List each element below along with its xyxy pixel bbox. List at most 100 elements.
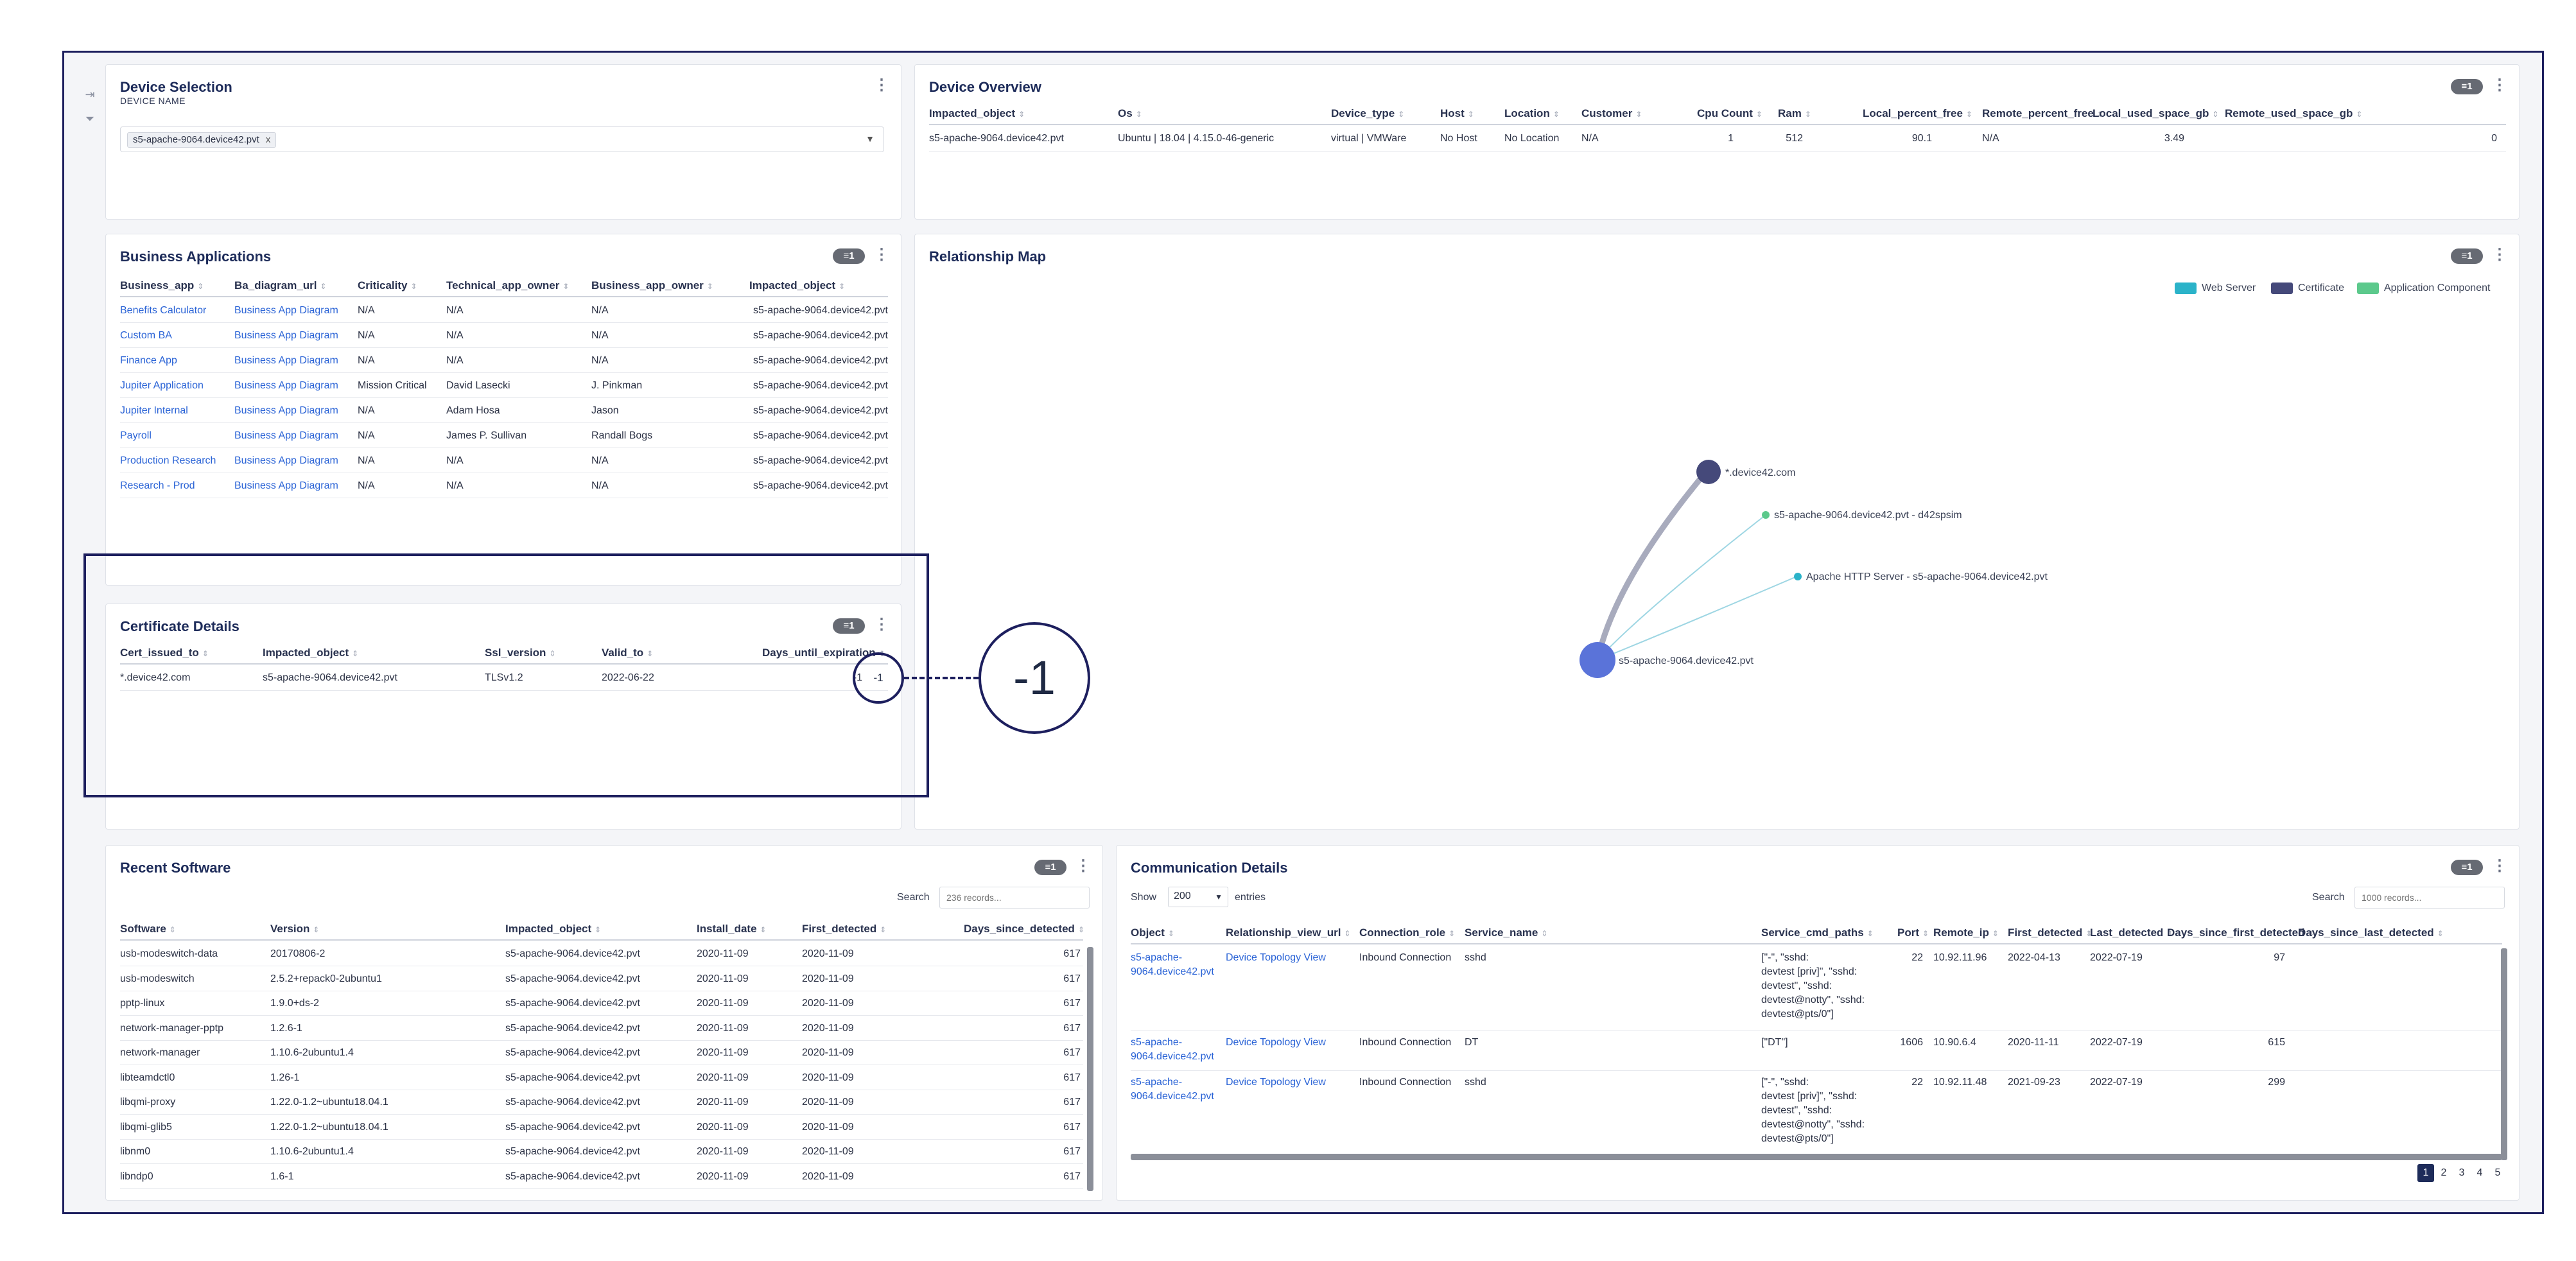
sort-icon[interactable]: ⇕ bbox=[1966, 110, 1972, 119]
column-header[interactable]: First_detected ⇕ bbox=[2008, 926, 2092, 939]
column-header[interactable]: Customer ⇕ bbox=[1581, 107, 1642, 120]
sort-icon[interactable]: ⇕ bbox=[1541, 929, 1547, 938]
filter-badge[interactable]: ≡1 bbox=[1034, 860, 1066, 875]
sort-icon[interactable]: ⇕ bbox=[880, 925, 886, 934]
sort-icon[interactable]: ⇕ bbox=[320, 282, 327, 291]
table-link[interactable]: Business App Diagram bbox=[234, 330, 338, 342]
column-header[interactable]: Local_used_space_gb ⇕ bbox=[2093, 107, 2218, 120]
sort-icon[interactable]: ⇕ bbox=[839, 282, 845, 291]
column-header[interactable]: Days_since_last_detected ⇕ bbox=[2298, 926, 2444, 939]
column-header[interactable]: Relationship_view_url ⇕ bbox=[1226, 926, 1351, 939]
column-header[interactable]: Service_name ⇕ bbox=[1465, 926, 1547, 939]
kebab-menu-icon[interactable]: ⋮ bbox=[2492, 858, 2507, 874]
page-5[interactable]: 5 bbox=[2489, 1164, 2506, 1182]
sort-icon[interactable]: ⇕ bbox=[1992, 929, 1999, 938]
table-link[interactable]: Benefits Calculator bbox=[120, 305, 206, 317]
sort-icon[interactable]: ⇕ bbox=[1398, 110, 1404, 119]
column-header[interactable]: Port ⇕ bbox=[1897, 926, 1929, 939]
column-header[interactable]: First_detected ⇕ bbox=[802, 923, 886, 935]
sort-icon[interactable]: ⇕ bbox=[1805, 110, 1811, 119]
sort-icon[interactable]: ⇕ bbox=[1018, 110, 1025, 119]
column-header[interactable]: Os ⇕ bbox=[1118, 107, 1142, 120]
object-link[interactable]: 9064.device42.pvt bbox=[1131, 966, 1214, 978]
column-header[interactable]: Software ⇕ bbox=[120, 923, 176, 935]
sort-icon[interactable]: ⇕ bbox=[1345, 929, 1351, 938]
table-link[interactable]: Business App Diagram bbox=[234, 480, 338, 492]
sort-icon[interactable]: ⇕ bbox=[197, 282, 204, 291]
sort-icon[interactable]: ⇕ bbox=[170, 925, 176, 934]
object-link[interactable]: s5-apache- bbox=[1131, 1037, 1182, 1048]
table-link[interactable]: Jupiter Internal bbox=[120, 405, 188, 417]
filter-badge[interactable]: ≡1 bbox=[833, 248, 865, 264]
filter-badge[interactable]: ≡1 bbox=[2451, 79, 2483, 94]
search-input[interactable] bbox=[2354, 887, 2505, 909]
device-topology-link[interactable]: Device Topology View bbox=[1226, 952, 1326, 964]
page-3[interactable]: 3 bbox=[2453, 1164, 2470, 1182]
device-name-select[interactable]: s5-apache-9064.device42.pvt x ▼ bbox=[120, 126, 884, 152]
node-web-server[interactable] bbox=[1794, 573, 1802, 580]
object-link[interactable]: 9064.device42.pvt bbox=[1131, 1091, 1214, 1102]
table-link[interactable]: Payroll bbox=[120, 430, 152, 442]
column-header[interactable]: Version ⇕ bbox=[270, 923, 319, 935]
chevron-down-icon[interactable]: ▼ bbox=[866, 134, 875, 144]
column-header[interactable]: Local_percent_free ⇕ bbox=[1863, 107, 1972, 120]
column-header[interactable]: Ram ⇕ bbox=[1778, 107, 1811, 120]
sort-icon[interactable]: ⇕ bbox=[1168, 929, 1174, 938]
column-header[interactable]: Cpu Count ⇕ bbox=[1697, 107, 1762, 120]
collapse-icon[interactable]: ⇥ bbox=[83, 82, 96, 107]
device-topology-link[interactable]: Device Topology View bbox=[1226, 1037, 1326, 1048]
filter-icon[interactable]: ⏷ bbox=[83, 107, 96, 131]
sort-icon[interactable]: ⇕ bbox=[1635, 110, 1642, 119]
kebab-menu-icon[interactable]: ⋮ bbox=[2492, 78, 2507, 93]
filter-badge[interactable]: ≡1 bbox=[2451, 860, 2483, 875]
column-header[interactable]: Object ⇕ bbox=[1131, 926, 1174, 939]
sort-icon[interactable]: ⇕ bbox=[562, 282, 569, 291]
sort-icon[interactable]: ⇕ bbox=[2356, 110, 2362, 119]
column-header[interactable]: Criticality ⇕ bbox=[358, 279, 417, 292]
node-app-component[interactable] bbox=[1762, 511, 1770, 519]
table-link[interactable]: Business App Diagram bbox=[234, 455, 338, 467]
object-link[interactable]: 9064.device42.pvt bbox=[1131, 1051, 1214, 1063]
vertical-scrollbar[interactable] bbox=[1087, 947, 1093, 1191]
sort-icon[interactable]: ⇕ bbox=[1078, 925, 1084, 934]
table-link[interactable]: Production Research bbox=[120, 455, 216, 467]
table-link[interactable]: Business App Diagram bbox=[234, 405, 338, 417]
column-header[interactable]: Days_since_first_detected ⇕ bbox=[2167, 926, 2315, 939]
table-link[interactable]: Business App Diagram bbox=[234, 305, 338, 317]
object-link[interactable]: s5-apache- bbox=[1131, 1077, 1182, 1088]
vertical-scrollbar[interactable] bbox=[2501, 948, 2507, 1160]
sort-icon[interactable]: ⇕ bbox=[595, 925, 601, 934]
sort-icon[interactable]: ⇕ bbox=[1922, 929, 1929, 938]
relationship-graph[interactable]: *.device42.com s5-apache-9064.device42.p… bbox=[915, 234, 2519, 829]
column-header[interactable]: Business_app ⇕ bbox=[120, 279, 204, 292]
column-header[interactable]: Device_type ⇕ bbox=[1331, 107, 1404, 120]
page-1[interactable]: 1 bbox=[2417, 1164, 2434, 1182]
entries-select[interactable]: 200 ▼ bbox=[1168, 887, 1228, 907]
column-header[interactable]: Technical_app_owner ⇕ bbox=[446, 279, 569, 292]
object-link[interactable]: s5-apache- bbox=[1131, 952, 1182, 964]
table-link[interactable]: Business App Diagram bbox=[234, 430, 338, 442]
sort-icon[interactable]: ⇕ bbox=[2437, 929, 2444, 938]
search-input[interactable] bbox=[939, 887, 1090, 909]
column-header[interactable]: Host ⇕ bbox=[1440, 107, 1474, 120]
column-header[interactable]: Ba_diagram_url ⇕ bbox=[234, 279, 327, 292]
column-header[interactable]: Business_app_owner ⇕ bbox=[591, 279, 713, 292]
kebab-menu-icon[interactable]: ⋮ bbox=[874, 247, 889, 263]
column-header[interactable]: Service_cmd_paths ⇕ bbox=[1761, 926, 1874, 939]
kebab-menu-icon[interactable]: ⋮ bbox=[1075, 858, 1091, 874]
column-header[interactable]: Impacted_object ⇕ bbox=[749, 279, 845, 292]
page-4[interactable]: 4 bbox=[2471, 1164, 2488, 1182]
sort-icon[interactable]: ⇕ bbox=[1468, 110, 1474, 119]
column-header[interactable]: Install_date ⇕ bbox=[697, 923, 767, 935]
table-link[interactable]: Business App Diagram bbox=[234, 380, 338, 392]
column-header[interactable]: Impacted_object ⇕ bbox=[505, 923, 601, 935]
sort-icon[interactable]: ⇕ bbox=[1553, 110, 1560, 119]
column-header[interactable]: Location ⇕ bbox=[1504, 107, 1560, 120]
column-header[interactable]: Connection_role ⇕ bbox=[1359, 926, 1455, 939]
table-link[interactable]: Custom BA bbox=[120, 330, 172, 342]
kebab-menu-icon[interactable]: ⋮ bbox=[874, 78, 889, 93]
table-link[interactable]: Research - Prod bbox=[120, 480, 195, 492]
chip-remove-icon[interactable]: x bbox=[266, 134, 271, 145]
node-device[interactable] bbox=[1580, 642, 1615, 678]
sort-icon[interactable]: ⇕ bbox=[1136, 110, 1142, 119]
